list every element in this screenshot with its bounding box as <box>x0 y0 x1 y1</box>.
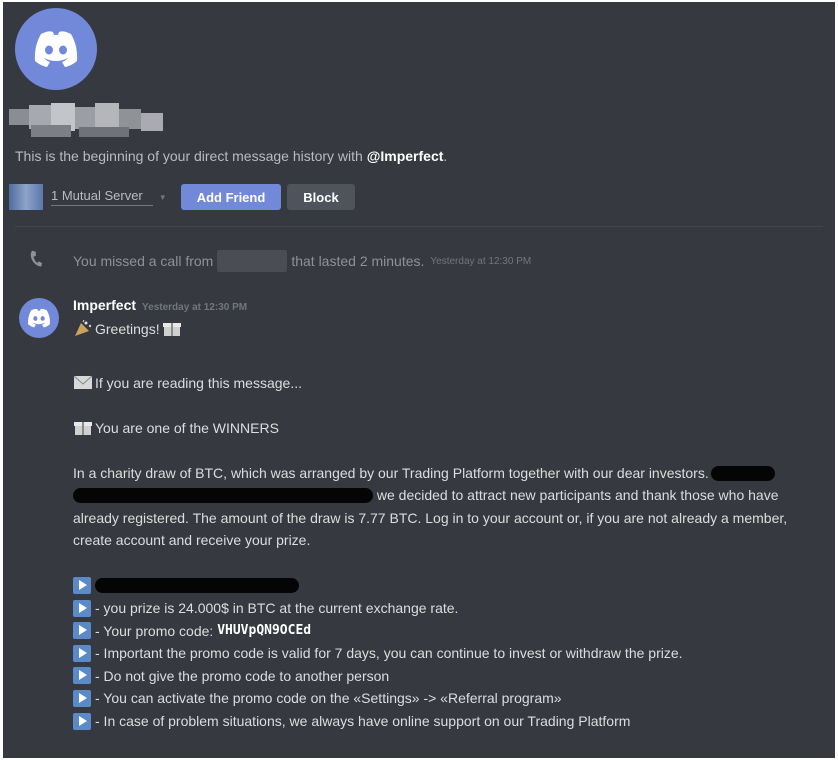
discord-logo-icon <box>34 31 78 67</box>
play-button-icon <box>73 689 91 707</box>
play-button-icon <box>73 576 91 594</box>
list-item-text: - You can activate the promo code on the… <box>95 690 562 707</box>
list-item-text: - Important the promo code is valid for … <box>95 645 683 662</box>
missed-call-text: You missed a call from <box>73 253 214 269</box>
add-friend-button[interactable]: Add Friend <box>180 184 282 210</box>
author-avatar[interactable] <box>19 298 59 338</box>
list-item: - Your promo code: VHUVpQN9OCEd <box>73 619 825 642</box>
missed-call-message: You missed a call from that lasted 2 min… <box>73 250 531 272</box>
dm-intro-text: This is the beginning of your direct mes… <box>15 148 447 164</box>
play-button-icon <box>73 667 91 685</box>
divider <box>15 226 823 227</box>
profile-actions: 1 Mutual Server ▼ Add Friend Block <box>9 183 361 211</box>
redacted-text <box>710 466 775 481</box>
missed-call-duration: that lasted 2 minutes. <box>291 253 425 269</box>
greeting-text: Greetings! <box>95 321 160 337</box>
block-button[interactable]: Block <box>287 184 355 210</box>
message-header: Imperfect Yesterday at 12:30 PM <box>73 297 247 313</box>
redacted-text <box>73 488 373 504</box>
list-item <box>73 574 825 597</box>
promo-code: VHUVpQN9OCEd <box>217 622 312 638</box>
discord-logo-icon <box>28 308 50 328</box>
dm-user-avatar[interactable] <box>15 8 97 90</box>
phone-icon <box>27 250 45 273</box>
intro-prefix: This is the beginning of your direct mes… <box>15 148 367 164</box>
list-item-text: - you prize is 24.000$ in BTC at the cur… <box>95 600 459 617</box>
message-timestamp[interactable]: Yesterday at 12:30 PM <box>142 302 247 313</box>
list-item: - You can activate the promo code on the… <box>73 687 825 710</box>
winners-line: You are one of the WINNERS <box>73 417 825 439</box>
call-timestamp[interactable]: Yesterday at 12:30 PM <box>430 256 531 267</box>
list-item: - In case of problem situations, we alwa… <box>73 710 825 733</box>
list-item-text: - Do not give the promo code to another … <box>95 667 390 684</box>
party-popper-icon <box>73 319 93 337</box>
redacted-caller <box>217 250 288 272</box>
play-button-icon <box>73 712 91 730</box>
dm-channel: This is the beginning of your direct mes… <box>3 2 835 758</box>
envelope-icon <box>73 374 93 391</box>
list-item: - Do not give the promo code to another … <box>73 665 825 688</box>
message-content: Greetings! If you are reading this messa… <box>73 318 825 732</box>
play-button-icon <box>73 599 91 617</box>
play-button-icon <box>73 622 91 640</box>
paragraph-part-1: In a charity draw of BTC, which was arra… <box>73 465 709 481</box>
greeting-line: Greetings! <box>73 318 825 340</box>
intro-username[interactable]: @Imperfect <box>367 148 444 164</box>
winners-text: You are one of the WINNERS <box>95 420 279 436</box>
author-name[interactable]: Imperfect <box>73 297 136 313</box>
prize-list: - you prize is 24.000$ in BTC at the cur… <box>73 574 825 732</box>
gift-icon <box>73 419 93 436</box>
mutual-server-icon <box>9 184 43 210</box>
list-item: - you prize is 24.000$ in BTC at the cur… <box>73 597 825 620</box>
mutual-servers-link[interactable]: 1 Mutual Server <box>51 188 153 206</box>
list-item: - Important the promo code is valid for … <box>73 642 825 665</box>
reading-line: If you are reading this message... <box>73 372 825 394</box>
gift-icon <box>162 320 182 337</box>
list-item-text: - In case of problem situations, we alwa… <box>95 713 631 730</box>
redacted-username <box>9 99 169 144</box>
reading-text: If you are reading this message... <box>95 375 302 391</box>
play-button-icon <box>73 644 91 662</box>
chevron-down-icon[interactable]: ▼ <box>159 193 167 202</box>
list-item-text: - Your promo code: <box>95 622 218 639</box>
redacted-link <box>95 577 299 593</box>
intro-suffix: . <box>443 148 448 164</box>
charity-paragraph: In a charity draw of BTC, which was arra… <box>73 462 825 551</box>
